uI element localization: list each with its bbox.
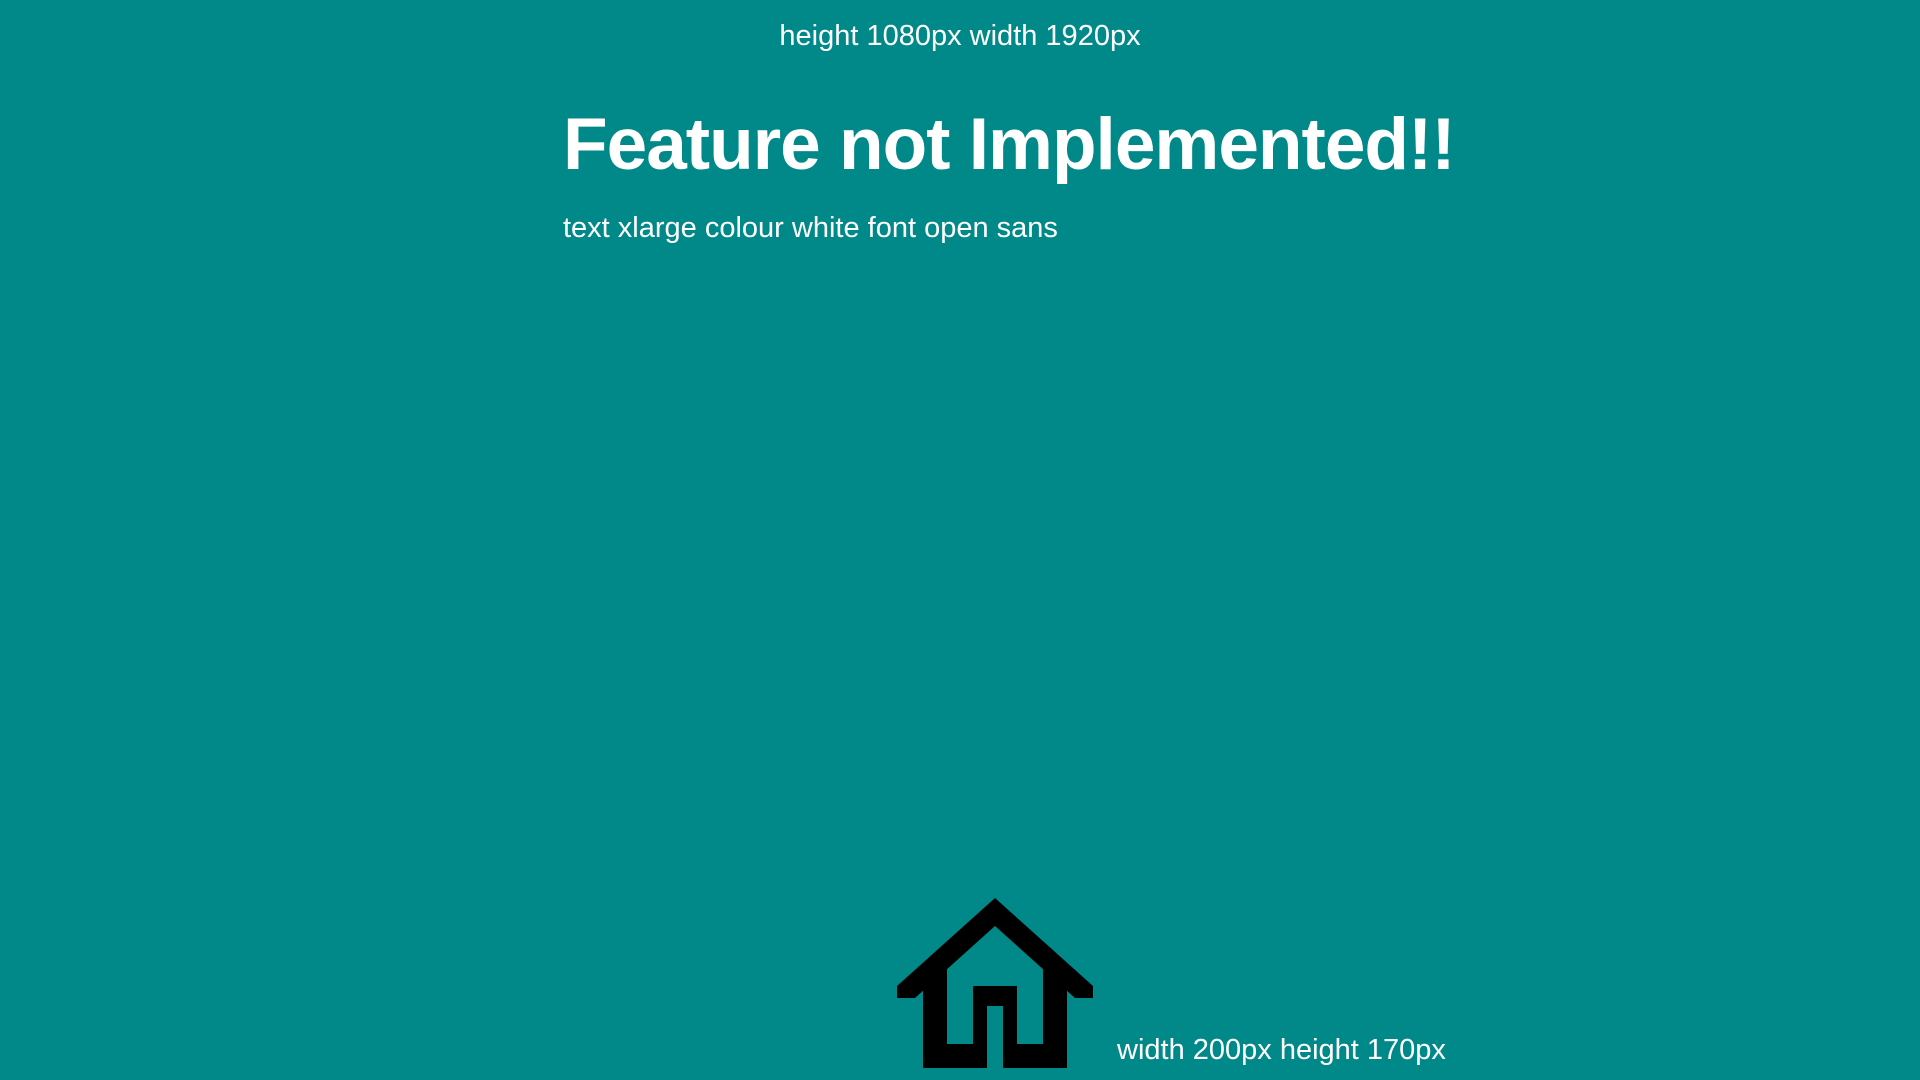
home-button[interactable]	[895, 898, 1095, 1068]
home-size-note: width 200px height 170px	[1117, 1034, 1446, 1066]
home-icon	[897, 898, 1093, 1068]
page-size-note: height 1080px width 1920px	[779, 20, 1141, 52]
page-title: Feature not Implemented!!	[563, 104, 1456, 185]
page-subtitle: text xlarge colour white font open sans	[563, 212, 1058, 244]
